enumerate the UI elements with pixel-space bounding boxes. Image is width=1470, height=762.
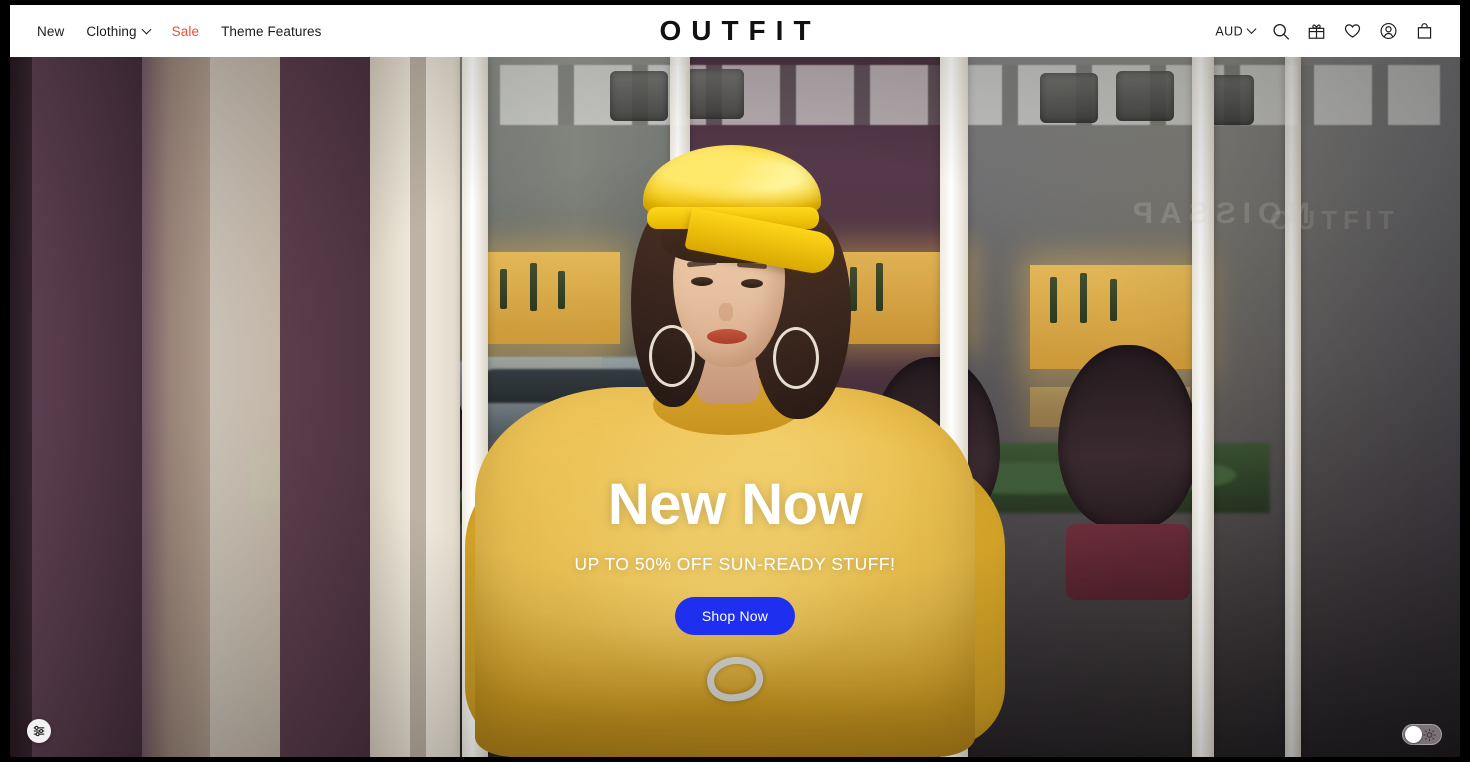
hero-subtitle: UP TO 50% OFF SUN-READY STUFF! (574, 553, 896, 574)
hoop-earring (773, 327, 819, 389)
nav-item-clothing[interactable]: Clothing (86, 23, 152, 39)
sun-icon (1423, 728, 1436, 741)
hero-content: New Now UP TO 50% OFF SUN-READY STUFF! S… (10, 472, 1460, 635)
page-stage: New Clothing Sale Theme Features OUTFIT … (10, 5, 1460, 757)
site-logo[interactable]: OUTFIT (649, 17, 820, 45)
nav-item-clothing-label: Clothing (86, 23, 137, 39)
browser-frame: New Clothing Sale Theme Features OUTFIT … (0, 0, 1470, 762)
hoop-earring (649, 325, 695, 387)
nav-item-new[interactable]: New (37, 24, 64, 39)
accessibility-widget[interactable] (27, 719, 51, 743)
nav-item-theme-features[interactable]: Theme Features (221, 24, 321, 39)
hero-banner: NOISSAP OUTFIT New Now UP TO 50% OFF SUN… (10, 57, 1460, 757)
shopping-bag-icon[interactable] (1415, 22, 1434, 41)
gift-icon[interactable] (1307, 22, 1326, 41)
nav-item-theme-features-label: Theme Features (221, 23, 322, 39)
theme-toggle[interactable] (1402, 724, 1442, 745)
shop-now-button[interactable]: Shop Now (674, 596, 796, 635)
theme-toggle-knob (1405, 726, 1422, 743)
nav-item-sale-label: Sale (171, 23, 200, 39)
heart-icon[interactable] (1343, 22, 1362, 41)
nav-item-sale[interactable]: Sale (172, 24, 199, 39)
search-icon[interactable] (1272, 22, 1290, 40)
chevron-down-icon (1246, 24, 1257, 34)
nav-item-new-label: New (37, 23, 65, 39)
storefront-sign-right: OUTFIT (1270, 205, 1400, 235)
currency-value: AUD (1215, 24, 1243, 38)
site-header: New Clothing Sale Theme Features OUTFIT … (10, 5, 1460, 57)
main-navigation: New Clothing Sale Theme Features (37, 24, 322, 39)
header-actions: AUD (1215, 22, 1434, 41)
hero-title: New Now (607, 472, 863, 537)
hero-background-image: NOISSAP OUTFIT (10, 57, 1460, 757)
hero-model (465, 57, 1005, 757)
chevron-down-icon (141, 24, 152, 34)
account-icon[interactable] (1379, 22, 1398, 41)
currency-selector[interactable]: AUD (1215, 24, 1257, 38)
